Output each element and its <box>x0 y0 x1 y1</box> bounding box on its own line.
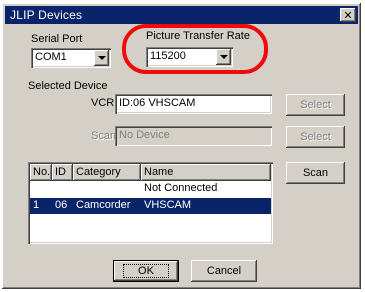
column-header-id[interactable]: ID <box>52 164 73 181</box>
row-no: 1 <box>33 199 40 211</box>
serial-port-label: Serial Port <box>31 33 83 45</box>
device-list[interactable]: No. ID Category Name Not Connected 1 06 … <box>28 162 273 244</box>
row-category: Camcorder <box>76 199 131 211</box>
list-row[interactable]: Not Connected <box>30 181 271 197</box>
column-header-category[interactable]: Category <box>73 164 141 181</box>
serial-port-select[interactable]: COM1 <box>31 48 111 68</box>
list-row-selected[interactable]: 1 06 Camcorder VHSCAM <box>30 198 271 214</box>
ok-button[interactable]: OK <box>113 260 179 282</box>
scan-select-button[interactable]: Select <box>286 126 345 148</box>
vcr-select-button[interactable]: Select <box>286 94 345 116</box>
scan-value: No Device <box>119 129 170 141</box>
picture-rate-select[interactable]: 115200 <box>146 47 233 67</box>
row-id: 06 <box>55 199 68 211</box>
chevron-down-icon[interactable] <box>216 49 231 65</box>
close-button[interactable]: ✕ <box>340 8 356 22</box>
serial-port-value: COM1 <box>35 51 67 63</box>
vcr-value: ID:06 VHSCAM <box>119 97 196 109</box>
column-header-no[interactable]: No. <box>30 164 52 181</box>
scan-label: Scan <box>91 130 117 142</box>
window-title: JLIP Devices <box>10 8 83 22</box>
column-header-name[interactable]: Name <box>141 164 271 181</box>
vcr-field[interactable]: ID:06 VHSCAM <box>115 94 272 114</box>
list-header: No. ID Category Name <box>30 164 271 181</box>
row-name: VHSCAM <box>144 199 192 211</box>
scan-field[interactable]: No Device <box>115 126 272 146</box>
row-name: Not Connected <box>144 182 218 194</box>
close-icon[interactable]: ✕ <box>343 10 352 21</box>
ok-label: OK <box>123 264 169 278</box>
title-bar: JLIP Devices ✕ <box>5 6 358 24</box>
selected-device-label: Selected Device <box>28 80 108 92</box>
chevron-down-icon[interactable] <box>94 50 109 66</box>
scan-button[interactable]: Scan <box>286 162 345 184</box>
picture-rate-label: Picture Transfer Rate <box>146 30 250 42</box>
cancel-button[interactable]: Cancel <box>191 260 257 282</box>
vcr-label: VCR <box>91 97 115 109</box>
picture-rate-value: 115200 <box>150 50 186 62</box>
